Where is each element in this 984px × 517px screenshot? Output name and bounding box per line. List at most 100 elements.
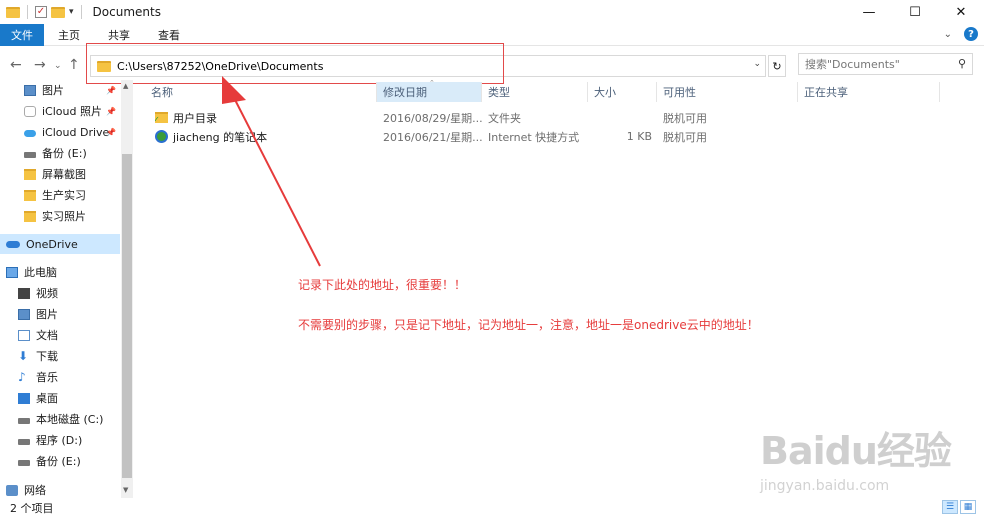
column-type[interactable]: 类型 — [482, 82, 588, 102]
tab-file[interactable]: 文件 — [0, 23, 44, 46]
sidebar-item[interactable]: 图片 — [0, 304, 120, 324]
help-icon[interactable]: ? — [964, 27, 978, 41]
onedrive-icon — [6, 240, 20, 248]
icloud-photos-icon — [24, 105, 36, 117]
this-pc-icon — [6, 266, 18, 278]
sidebar-item[interactable]: iCloud Drive 📌 — [0, 122, 120, 142]
sidebar-item-label: 程序 (D:) — [36, 434, 83, 447]
column-availability[interactable]: 可用性 — [657, 82, 798, 102]
customize-dropdown-icon[interactable]: ▾ — [69, 7, 74, 17]
sidebar-item[interactable]: 此电脑 — [0, 262, 120, 282]
new-folder-icon[interactable] — [51, 6, 65, 18]
sidebar-item[interactable]: ⬇ 下载 — [0, 346, 120, 366]
sidebar-item[interactable]: 程序 (D:) — [0, 430, 120, 450]
sidebar-item[interactable]: 视频 — [0, 283, 120, 303]
pictures-icon — [18, 308, 30, 320]
file-date: 2016/08/29/星期... — [383, 111, 483, 125]
large-icons-view-icon[interactable]: ▦ — [960, 500, 976, 514]
search-input[interactable]: 搜索"Documents" ⚲ — [798, 53, 973, 75]
sidebar-item-label: 图片 — [42, 84, 64, 97]
scrollbar-thumb[interactable] — [122, 154, 132, 478]
sidebar-item[interactable]: 备份 (E:) — [0, 143, 120, 163]
sidebar-item[interactable]: 实习照片 — [0, 206, 120, 226]
sidebar-item[interactable]: ♪ 音乐 — [0, 367, 120, 387]
refresh-button[interactable]: ↻ — [768, 55, 786, 77]
sidebar-item[interactable]: 网络 — [0, 480, 120, 500]
scroll-up-icon[interactable]: ▲ — [123, 82, 128, 90]
expand-ribbon-icon[interactable]: ⌄ — [944, 29, 952, 40]
column-headers: 名称 ⌃ 修改日期 类型 大小 可用性 正在共享 — [145, 79, 940, 102]
minimize-button[interactable]: — — [846, 0, 892, 24]
watermark-logo: Baidu经验 — [760, 429, 952, 473]
table-row[interactable]: jiacheng 的笔记本 2016/06/21/星期... Internet … — [145, 127, 940, 146]
file-availability: 脱机可用 — [663, 111, 707, 125]
file-availability: 脱机可用 — [663, 130, 707, 144]
details-view-icon[interactable]: ☰ — [942, 500, 958, 514]
sidebar-item[interactable]: 本地磁盘 (C:) — [0, 409, 120, 429]
pictures-icon — [24, 84, 36, 96]
sidebar-item[interactable]: 桌面 — [0, 388, 120, 408]
sidebar-item-label: iCloud 照片 — [42, 105, 102, 118]
column-name[interactable]: 名称 — [145, 82, 377, 102]
icloud-drive-icon — [24, 130, 36, 137]
forward-arrow-icon[interactable]: → — [34, 57, 46, 73]
item-count: 2 个项目 — [10, 502, 54, 515]
sidebar-item-label: 生产实习 — [42, 189, 86, 202]
sidebar-item-label: 文档 — [36, 329, 58, 342]
file-name: 用户目录 — [173, 111, 217, 125]
properties-icon[interactable]: ✓ — [35, 6, 47, 18]
back-arrow-icon[interactable]: ← — [10, 57, 22, 73]
maximize-button[interactable]: ☐ — [892, 0, 938, 24]
watermark-url: jingyan.baidu.com — [760, 478, 890, 494]
sidebar-item[interactable]: 图片 📌 — [0, 80, 120, 100]
sidebar-item[interactable]: 生产实习 — [0, 185, 120, 205]
search-icon[interactable]: ⚲ — [958, 57, 966, 70]
sidebar-item[interactable]: OneDrive — [0, 234, 120, 254]
table-row[interactable]: 用户目录 2016/08/29/星期... 文件夹 脱机可用 — [145, 108, 940, 127]
drive-icon — [18, 418, 30, 424]
sidebar-item-label: 下载 — [36, 350, 58, 363]
search-placeholder: 搜索"Documents" — [805, 58, 900, 71]
pin-icon: 📌 — [106, 85, 116, 95]
recent-locations-icon[interactable]: ⌄ — [54, 61, 62, 71]
scroll-down-icon[interactable]: ▼ — [123, 486, 128, 494]
up-arrow-icon[interactable]: ↑ — [68, 57, 80, 73]
file-size: 1 KB — [626, 130, 652, 143]
sidebar-item-label: 备份 (E:) — [42, 147, 87, 160]
sidebar-item-label: 本地磁盘 (C:) — [36, 413, 104, 426]
drive-icon — [24, 152, 36, 158]
music-icon: ♪ — [18, 369, 26, 384]
sidebar-item-label: OneDrive — [26, 237, 78, 251]
network-icon — [6, 484, 18, 496]
sidebar-item-label: 屏幕截图 — [42, 168, 86, 181]
sidebar-item-label: 图片 — [36, 308, 58, 321]
status-bar: 2 个项目 ☰ ▦ — [0, 499, 984, 517]
folder-icon — [6, 6, 20, 18]
sidebar-item-label: iCloud Drive — [42, 125, 110, 139]
sidebar-item[interactable]: 屏幕截图 — [0, 164, 120, 184]
title-bar: ✓ ▾ Documents — ☐ ✕ — [0, 0, 984, 24]
highlight-box — [86, 43, 504, 84]
sidebar-item-label: 备份 (E:) — [36, 455, 81, 468]
sidebar-item-label: 桌面 — [36, 392, 58, 405]
address-dropdown-icon[interactable]: ⌄ — [753, 59, 761, 69]
column-date-modified[interactable]: ⌃ 修改日期 — [377, 79, 482, 102]
file-size — [594, 108, 652, 127]
sidebar-item[interactable]: 备份 (E:) — [0, 451, 120, 471]
file-date: 2016/06/21/星期... — [383, 130, 483, 144]
quick-access-toolbar: ✓ ▾ — [0, 0, 85, 24]
column-size[interactable]: 大小 — [588, 82, 657, 102]
sidebar-item[interactable]: iCloud 照片 📌 — [0, 101, 120, 121]
separator — [80, 5, 82, 19]
internet-shortcut-icon — [155, 130, 168, 143]
folder-icon — [24, 189, 36, 201]
sidebar-scrollbar[interactable]: ▲ ▼ — [121, 80, 133, 498]
sidebar-item-label: 实习照片 — [42, 210, 86, 223]
drive-icon — [18, 460, 30, 466]
close-button[interactable]: ✕ — [938, 0, 984, 24]
pin-icon: 📌 — [106, 127, 116, 137]
drive-icon — [18, 439, 30, 445]
sidebar-item[interactable]: 文档 — [0, 325, 120, 345]
column-sharing[interactable]: 正在共享 — [798, 82, 940, 102]
navigation-pane: 网络 备份 (E:) 程序 (D:) 本地磁盘 (C:) 桌面 ♪ 音乐 ⬇ 下载 文档 图片 视频此… — [0, 80, 134, 498]
